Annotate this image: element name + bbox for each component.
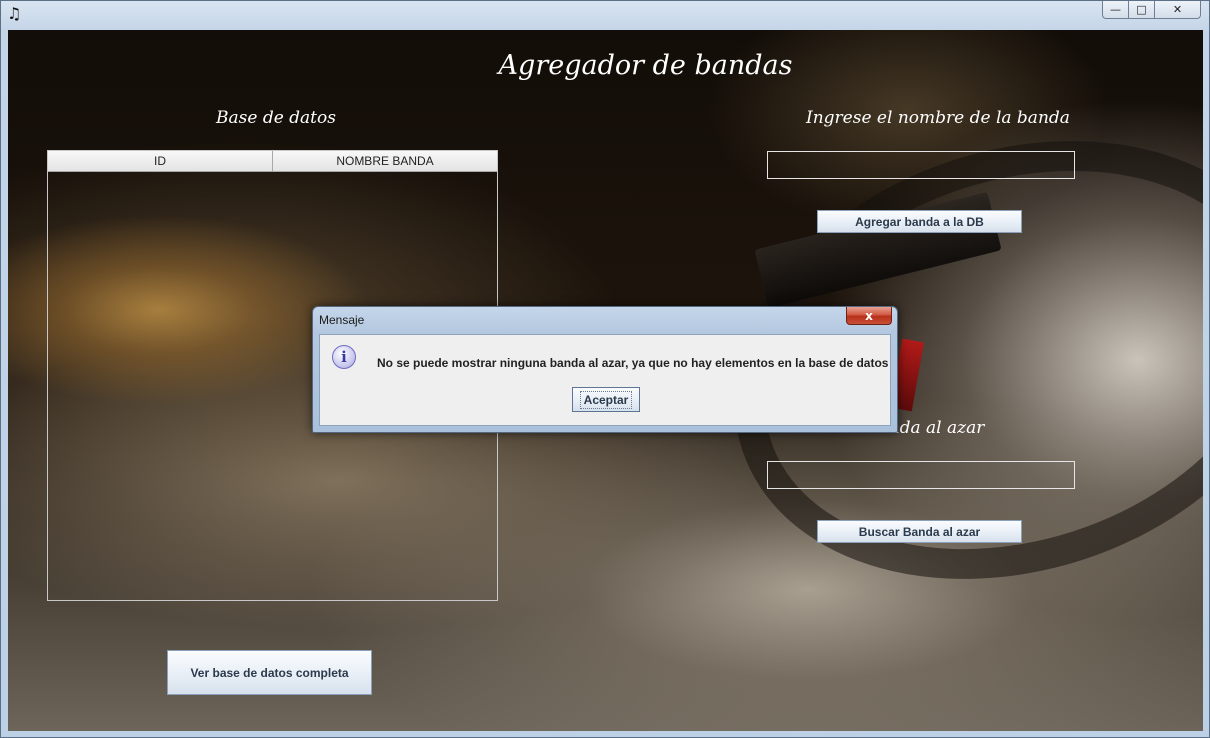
column-header-id[interactable]: ID [48,151,273,171]
column-header-band-name[interactable]: NOMBRE BANDA [273,151,497,171]
close-button[interactable]: ✕ [1155,1,1201,19]
info-icon: i [332,345,356,369]
dialog-title: Mensaje [319,313,365,327]
minimize-button[interactable]: — [1102,1,1129,19]
dialog-message: No se puede mostrar ninguna banda al aza… [377,356,889,370]
dialog-ok-label: Aceptar [579,390,633,409]
dialog-close-button[interactable]: x [846,307,892,325]
minimize-icon: — [1110,3,1121,16]
dialog-body: i No se puede mostrar ninguna banda al a… [319,334,891,426]
close-icon: ✕ [1172,3,1183,16]
window-controls: — □ ✕ [1102,1,1201,19]
app-window: ♫ — □ ✕ Agregador de bandas Base de dato… [0,0,1210,738]
maximize-icon: □ [1136,3,1147,16]
database-label: Base de datos [216,108,336,128]
add-band-button[interactable]: Agregar banda a la DB [817,210,1022,233]
random-band-field[interactable] [767,461,1075,489]
random-band-button[interactable]: Buscar Banda al azar [817,520,1022,543]
close-icon: x [865,308,873,323]
band-name-label: Ingrese el nombre de la banda [806,108,1070,128]
dialog-ok-button[interactable]: Aceptar [572,387,640,412]
message-dialog: Mensaje x i No se puede mostrar ninguna … [312,306,898,433]
view-database-button[interactable]: Ver base de datos completa [167,650,372,695]
page-title: Agregador de bandas [498,50,793,81]
band-name-input[interactable] [767,151,1075,179]
maximize-button[interactable]: □ [1129,1,1155,19]
title-bar[interactable]: ♫ — □ ✕ [1,1,1209,29]
music-note-icon: ♫ [7,4,22,23]
table-header: ID NOMBRE BANDA [48,151,497,172]
